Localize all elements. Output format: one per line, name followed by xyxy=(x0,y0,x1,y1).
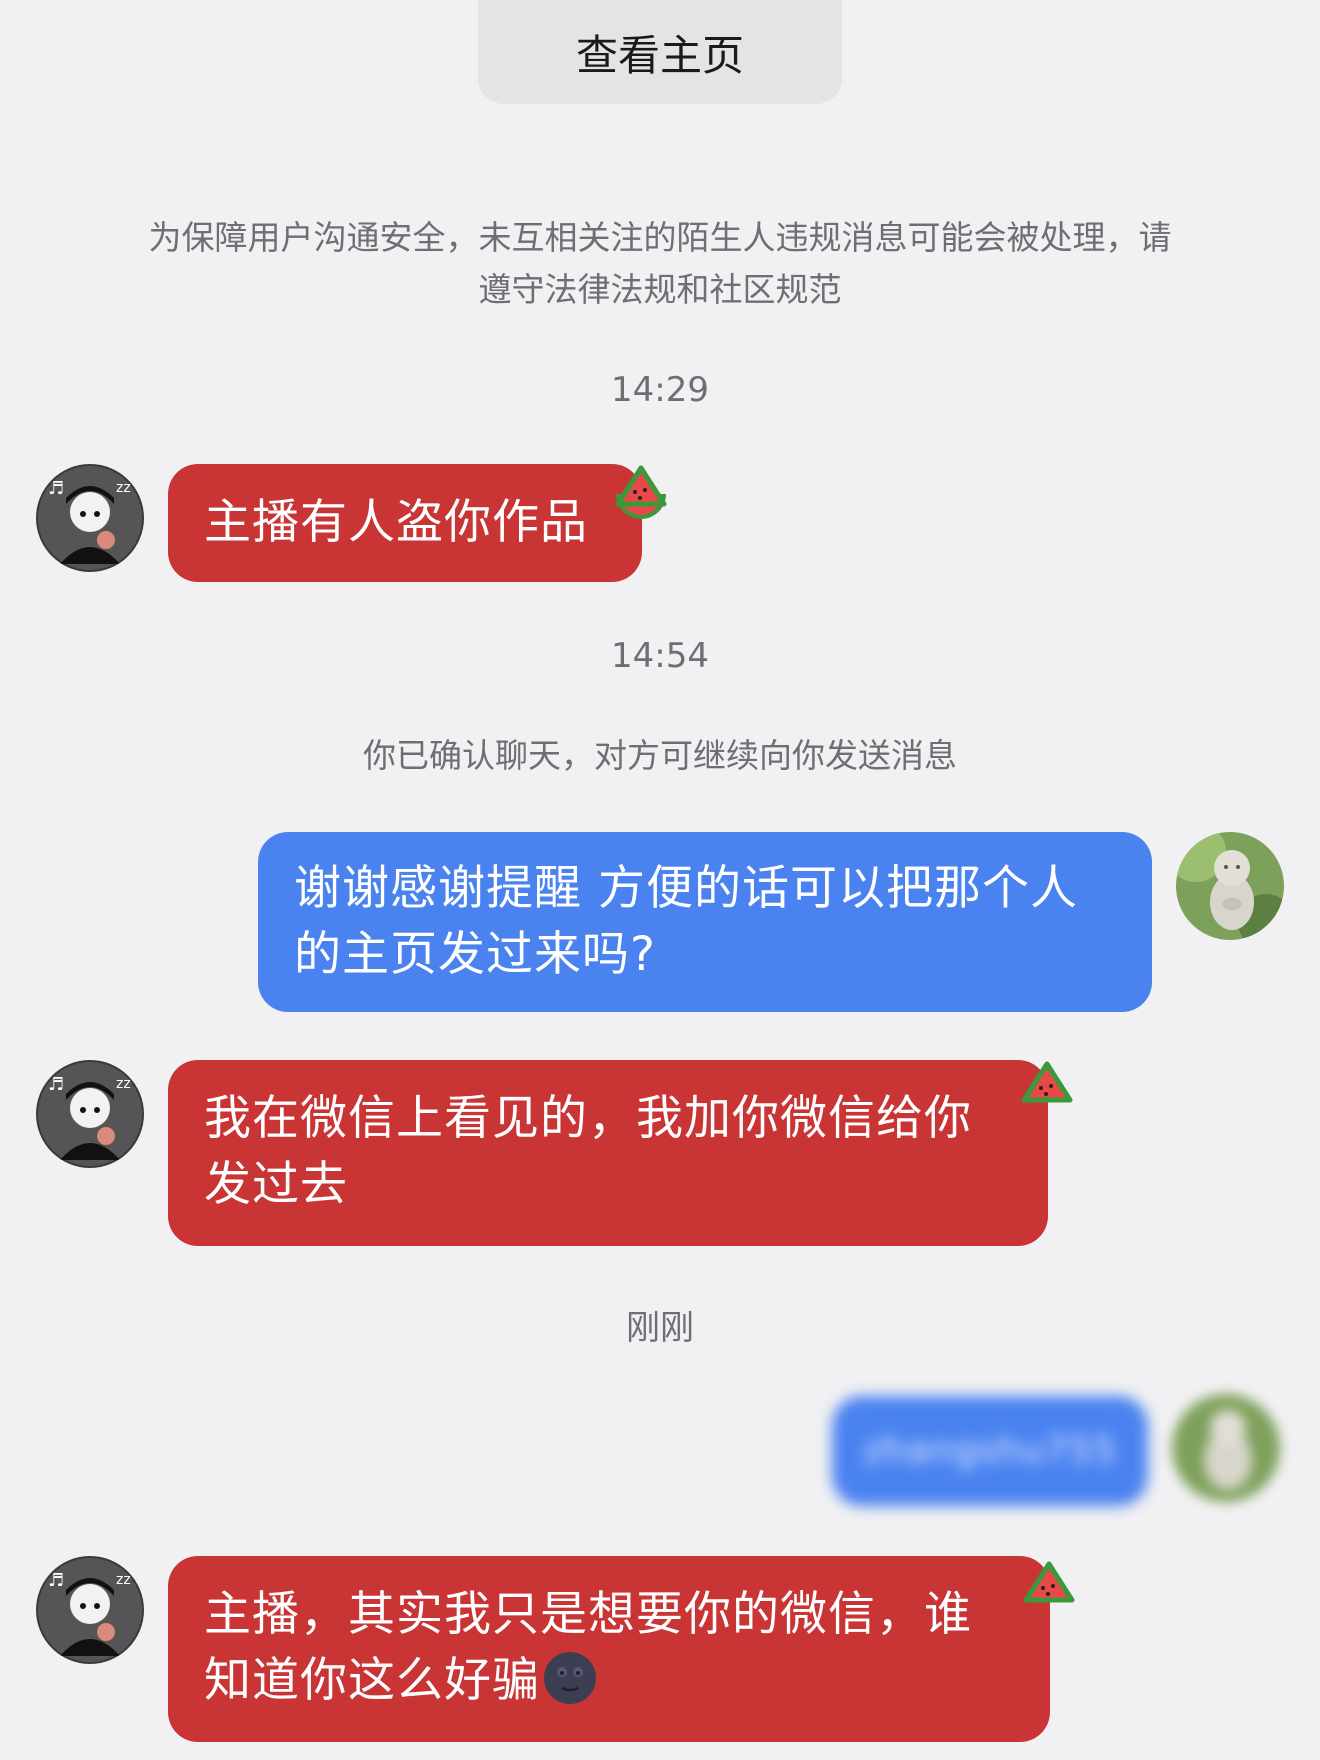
timestamp: 刚刚 xyxy=(626,1308,694,1348)
figurine-avatar-icon xyxy=(1172,1394,1280,1502)
sender-avatar[interactable]: ♬ zz xyxy=(36,464,144,572)
new-moon-face-icon xyxy=(544,1652,596,1704)
sender-avatar[interactable]: ♬ zz xyxy=(36,1556,144,1664)
svg-text:♬: ♬ xyxy=(48,478,64,499)
timestamp: 14:29 xyxy=(611,370,709,410)
message-bubble-incoming[interactable]: 主播，其实我只是想要你的微信，谁知道你这么好骗 xyxy=(168,1556,1050,1742)
cartoon-avatar-icon: ♬ zz xyxy=(36,1556,144,1664)
svg-text:zz: zz xyxy=(116,1076,131,1092)
message-bubble-incoming[interactable]: 我在微信上看见的，我加你微信给你发过去 xyxy=(168,1060,1048,1246)
watermelon-icon xyxy=(615,465,667,519)
watermelon-icon xyxy=(1021,1061,1073,1103)
message-bubble-outgoing[interactable]: 谢谢感谢提醒 方便的话可以把那个人的主页发过来吗? xyxy=(258,832,1152,1012)
figurine-avatar-icon xyxy=(1176,832,1284,940)
svg-text:zz: zz xyxy=(116,480,131,496)
view-profile-button[interactable]: 查看主页 xyxy=(478,0,842,104)
svg-text:♬: ♬ xyxy=(48,1074,64,1095)
chat-confirmed-notice: 你已确认聊天，对方可继续向你发送消息 xyxy=(363,736,957,775)
svg-text:♬: ♬ xyxy=(48,1570,64,1591)
my-avatar[interactable] xyxy=(1172,1394,1280,1502)
cartoon-avatar-icon: ♬ zz xyxy=(36,464,144,572)
message-bubble-incoming[interactable]: 主播有人盗你作品 xyxy=(168,464,642,582)
sender-avatar[interactable]: ♬ zz xyxy=(36,1060,144,1168)
watermelon-icon xyxy=(1023,1561,1075,1603)
svg-text:zz: zz xyxy=(116,1572,131,1588)
my-avatar[interactable] xyxy=(1176,832,1284,940)
safety-notice: 为保障用户沟通安全，未互相关注的陌生人违规消息可能会被处理，请遵守法律法规和社区… xyxy=(148,218,1172,309)
cartoon-avatar-icon: ♬ zz xyxy=(36,1060,144,1168)
message-bubble-outgoing-blurred[interactable]: zhangshu755 xyxy=(832,1396,1148,1506)
timestamp: 14:54 xyxy=(611,636,709,676)
